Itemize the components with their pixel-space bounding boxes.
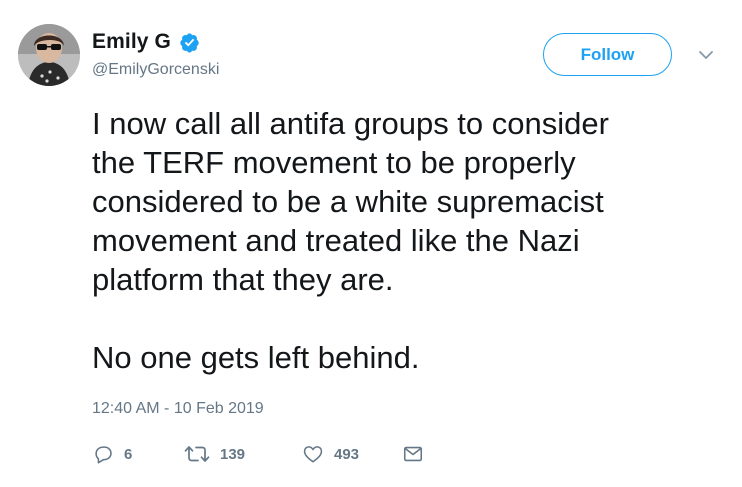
retweet-count: 139 (220, 445, 246, 463)
retweet-button[interactable]: 139 (184, 443, 302, 465)
tweet-line: considered to be a white supremacist (92, 184, 604, 219)
reply-icon (92, 443, 114, 465)
tweet-closing-line: No one gets left behind. (92, 340, 420, 375)
tweet-line: the TERF movement to be properly (92, 145, 576, 180)
display-name[interactable]: Emily G (92, 30, 171, 54)
direct-message-button[interactable] (402, 443, 424, 465)
tweet-line: movement and treated like the Nazi (92, 223, 580, 258)
retweet-icon (184, 443, 210, 465)
like-count: 493 (334, 445, 360, 463)
chevron-down-icon[interactable] (698, 48, 714, 60)
reply-button[interactable]: 6 (92, 443, 184, 465)
user-handle[interactable]: @EmilyGorcenski (92, 61, 219, 79)
tweet-actions: 6 139 493 (92, 443, 424, 465)
tweet-line: I now call all antifa groups to consider (92, 106, 609, 141)
tweet-timestamp[interactable]: 12:40 AM - 10 Feb 2019 (92, 400, 264, 418)
heart-icon (302, 443, 324, 465)
tweet-text: I now call all antifa groups to consider… (92, 104, 722, 377)
avatar[interactable] (18, 24, 80, 86)
tweet-line: platform that they are. (92, 262, 394, 297)
like-button[interactable]: 493 (302, 443, 402, 465)
reply-count: 6 (124, 445, 133, 463)
envelope-icon (402, 443, 424, 465)
follow-button[interactable]: Follow (543, 33, 672, 76)
verified-badge-icon (179, 32, 200, 53)
name-row: Emily G (92, 30, 200, 54)
